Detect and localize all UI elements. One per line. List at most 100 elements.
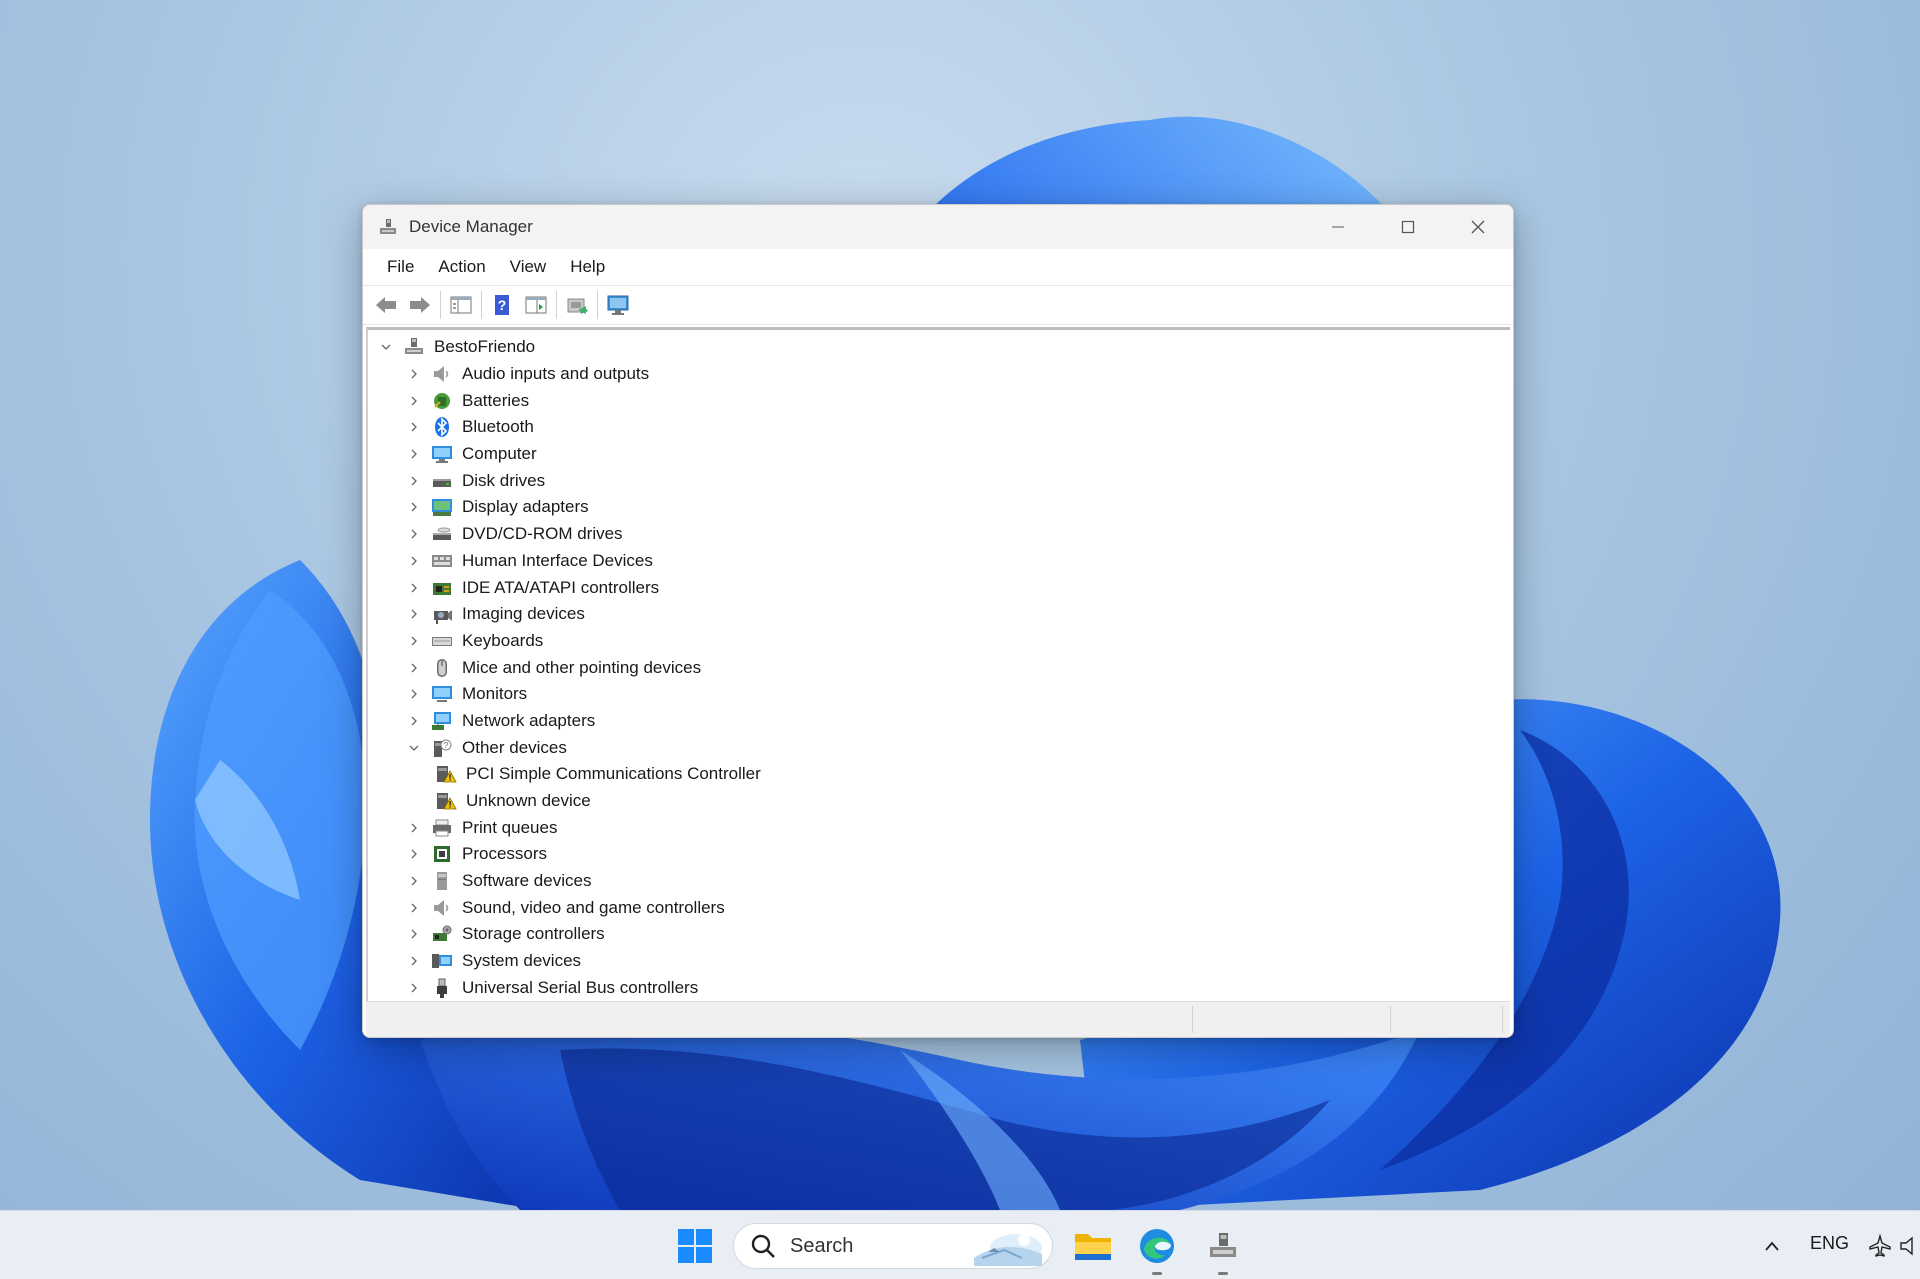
close-icon xyxy=(1471,220,1485,234)
edge-browser-button[interactable] xyxy=(1130,1221,1184,1275)
expand-chevron-icon[interactable] xyxy=(406,873,422,889)
scan-hardware-button[interactable] xyxy=(601,288,635,322)
expand-chevron-icon[interactable] xyxy=(406,926,422,942)
tree-item-mice[interactable]: Mice and other pointing devices xyxy=(368,654,1510,681)
tree-item-audio[interactable]: Audio inputs and outputs xyxy=(368,361,1510,388)
expand-chevron-icon[interactable] xyxy=(406,633,422,649)
tree-item-pci-simple-communications[interactable]: PCI Simple Communications Controller xyxy=(368,761,1510,788)
device-manager-taskbar-button[interactable] xyxy=(1196,1221,1250,1275)
tree-item-monitors[interactable]: Monitors xyxy=(368,681,1510,708)
tree-item-system-devices[interactable]: System devices xyxy=(368,948,1510,975)
expand-chevron-icon[interactable] xyxy=(406,953,422,969)
usb-icon xyxy=(430,976,454,1000)
tree-item-sound-video-game[interactable]: Sound, video and game controllers xyxy=(368,894,1510,921)
battery-icon xyxy=(430,389,454,413)
tree-item-print-queues[interactable]: Print queues xyxy=(368,814,1510,841)
expand-chevron-icon[interactable] xyxy=(406,686,422,702)
processor-icon xyxy=(430,842,454,866)
airplane-mode-button[interactable] xyxy=(1866,1221,1894,1271)
mouse-icon xyxy=(430,656,454,680)
menu-bar: File Action View Help xyxy=(363,249,1513,285)
tree-item-ide[interactable]: IDE ATA/ATAPI controllers xyxy=(368,574,1510,601)
device-manager-icon xyxy=(1210,1233,1236,1257)
tree-item-bluetooth[interactable]: Bluetooth xyxy=(368,414,1510,441)
console-tree-icon xyxy=(450,296,472,314)
expand-chevron-icon[interactable] xyxy=(406,980,422,996)
expand-chevron-icon[interactable] xyxy=(406,526,422,542)
tree-item-label: Display adapters xyxy=(462,497,589,517)
monitor-icon xyxy=(430,682,454,706)
keyboard-icon xyxy=(430,629,454,653)
title-bar[interactable]: Device Manager xyxy=(363,205,1513,249)
expand-chevron-icon[interactable] xyxy=(406,820,422,836)
tree-item-software-devices[interactable]: Software devices xyxy=(368,868,1510,895)
toolbar-separator xyxy=(597,291,598,319)
expand-chevron-icon[interactable] xyxy=(406,660,422,676)
menu-file[interactable]: File xyxy=(375,251,426,283)
speaker-icon xyxy=(1900,1236,1913,1256)
tree-item-batteries[interactable]: Batteries xyxy=(368,387,1510,414)
tree-item-usb-controllers[interactable]: Universal Serial Bus controllers xyxy=(368,975,1510,1002)
tree-item-label: DVD/CD-ROM drives xyxy=(462,524,623,544)
expand-chevron-icon[interactable] xyxy=(406,846,422,862)
tree-item-display-adapters[interactable]: Display adapters xyxy=(368,494,1510,521)
tree-item-label: Print queues xyxy=(462,817,558,837)
tree-item-processors[interactable]: Processors xyxy=(368,841,1510,868)
input-language-indicator[interactable]: ENG xyxy=(1810,1233,1849,1254)
properties-button[interactable] xyxy=(519,288,553,322)
menu-help[interactable]: Help xyxy=(558,251,617,283)
close-button[interactable] xyxy=(1443,205,1513,249)
tree-item-dvd-cdrom[interactable]: DVD/CD-ROM drives xyxy=(368,521,1510,548)
tree-item-label: Bluetooth xyxy=(462,417,534,437)
computer-root-icon xyxy=(402,335,426,359)
tree-item-label: Computer xyxy=(462,444,537,464)
file-explorer-button[interactable] xyxy=(1066,1221,1120,1271)
expand-chevron-icon[interactable] xyxy=(406,499,422,515)
tree-root[interactable]: BestoFriendo xyxy=(368,334,1510,361)
tree-item-other-devices[interactable]: ? Other devices xyxy=(368,734,1510,761)
tree-item-hid[interactable]: Human Interface Devices xyxy=(368,548,1510,575)
tree-item-label: Batteries xyxy=(462,390,530,410)
tree-item-keyboards[interactable]: Keyboards xyxy=(368,628,1510,655)
status-bar xyxy=(366,1001,1510,1037)
volume-button[interactable] xyxy=(1898,1221,1920,1271)
hid-icon xyxy=(430,549,454,573)
tree-item-network-adapters[interactable]: Network adapters xyxy=(368,708,1510,735)
taskbar-search-box[interactable]: Search xyxy=(733,1223,1053,1269)
tree-item-label: Imaging devices xyxy=(462,604,585,624)
tree-item-disk-drives[interactable]: Disk drives xyxy=(368,467,1510,494)
expand-chevron-icon[interactable] xyxy=(406,419,422,435)
expand-chevron-icon[interactable] xyxy=(406,393,422,409)
menu-view[interactable]: View xyxy=(498,251,559,283)
toolbar-separator xyxy=(440,291,441,319)
expand-chevron-icon[interactable] xyxy=(406,606,422,622)
show-hide-console-tree-button[interactable] xyxy=(444,288,478,322)
minimize-icon xyxy=(1332,226,1344,228)
minimize-button[interactable] xyxy=(1303,205,1373,249)
tree-item-label: Sound, video and game controllers xyxy=(462,897,725,917)
start-button[interactable] xyxy=(668,1221,722,1271)
tree-item-imaging[interactable]: Imaging devices xyxy=(368,601,1510,628)
expand-chevron-icon[interactable] xyxy=(406,473,422,489)
menu-action[interactable]: Action xyxy=(426,251,497,283)
tree-item-label: PCI Simple Communications Controller xyxy=(466,764,761,784)
expand-chevron-icon[interactable] xyxy=(406,580,422,596)
tree-item-unknown-device[interactable]: Unknown device xyxy=(368,788,1510,815)
update-driver-button[interactable] xyxy=(560,288,594,322)
show-hidden-icons-button[interactable] xyxy=(1756,1221,1788,1271)
expand-chevron-icon[interactable] xyxy=(406,446,422,462)
back-button[interactable] xyxy=(369,288,403,322)
app-running-indicator xyxy=(1152,1272,1162,1275)
collapse-chevron-icon[interactable] xyxy=(378,339,394,355)
forward-button[interactable] xyxy=(403,288,437,322)
collapse-chevron-icon[interactable] xyxy=(406,740,422,756)
tree-item-label: System devices xyxy=(462,951,582,971)
maximize-button[interactable] xyxy=(1373,205,1443,249)
expand-chevron-icon[interactable] xyxy=(406,366,422,382)
tree-item-computer[interactable]: Computer xyxy=(368,441,1510,468)
expand-chevron-icon[interactable] xyxy=(406,900,422,916)
expand-chevron-icon[interactable] xyxy=(406,553,422,569)
expand-chevron-icon[interactable] xyxy=(406,713,422,729)
help-button[interactable]: ? xyxy=(485,288,519,322)
tree-item-storage-controllers[interactable]: Storage controllers xyxy=(368,921,1510,948)
